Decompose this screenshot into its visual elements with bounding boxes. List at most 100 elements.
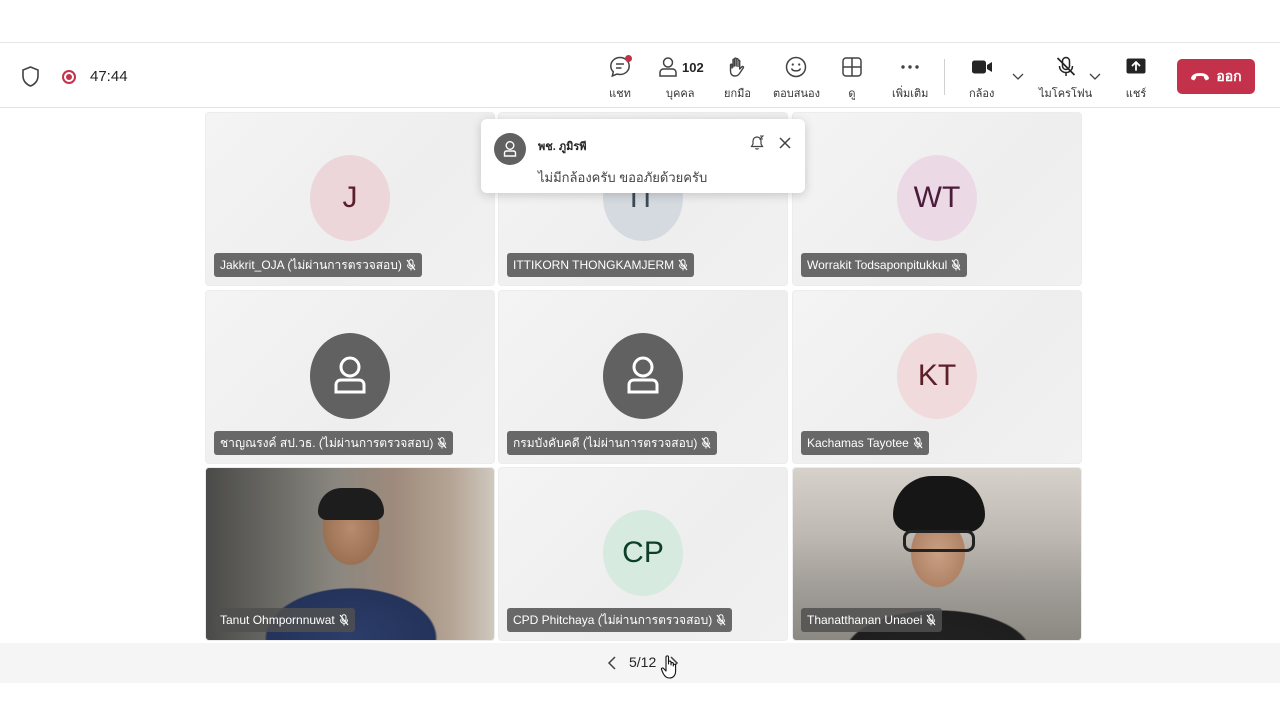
share-label: แชร์ (1125, 88, 1147, 100)
participant-video (893, 476, 985, 532)
participant-name-tag: Tanut Ohmpornnuwat (214, 608, 355, 632)
raise-hand-button[interactable]: ยกมือ (724, 55, 751, 103)
people-icon (659, 57, 677, 77)
participant-video-tile[interactable]: Tanut Ohmpornnuwat (205, 467, 495, 641)
chat-button[interactable]: แชท (608, 55, 632, 103)
shield-icon[interactable] (21, 66, 40, 87)
camera-button[interactable]: กล้อง (969, 55, 994, 103)
participant-tile[interactable]: CP CPD Phitchaya (ไม่ผ่านการตรวจสอบ) (498, 467, 788, 641)
recording-icon (62, 70, 76, 84)
chevron-left-icon[interactable] (606, 655, 618, 671)
view-icon (842, 57, 862, 77)
participant-name-tag: Worrakit Todsaponpitukkul (801, 253, 968, 277)
person-icon (627, 356, 659, 394)
react-icon (786, 56, 807, 78)
mic-off-icon (406, 259, 416, 271)
view-button[interactable]: ดู (840, 55, 864, 103)
chat-label: แชท (609, 88, 631, 100)
camera-options-chevron-down-icon[interactable] (1011, 69, 1025, 83)
participant-name: กรมบังคับคดี (ไม่ผ่านการตรวจสอบ) (513, 435, 698, 450)
camera-icon (971, 60, 992, 74)
react-label: ตอบสนอง (773, 88, 820, 100)
avatar-initials: J (342, 181, 358, 214)
leave-button[interactable]: ออก (1177, 59, 1255, 94)
share-icon (1126, 58, 1146, 74)
participant-name-tag: ITTIKORN THONGKAMJERM (507, 253, 695, 277)
page-indicator: 5/12 (629, 654, 657, 670)
chat-notification-toast[interactable]: พช. ภูมิรพี ไม่มีกล้องครับ ขออภัยด้วยครั… (481, 119, 805, 193)
more-label: เพิ่มเติม (892, 88, 929, 100)
avatar (310, 333, 390, 419)
participant-name: Tanut Ohmpornnuwat (220, 613, 335, 627)
raise-hand-label: ยกมือ (724, 88, 751, 100)
participant-name-tag: Kachamas Tayotee (801, 431, 929, 455)
participant-name-tag: ชาญณรงค์ สป.วธ. (ไม่ผ่านการตรวจสอบ) (214, 431, 454, 455)
participant-name-tag: Thanatthanan Unaoei (801, 608, 943, 632)
chat-unread-dot (625, 55, 632, 62)
toolbar-divider (944, 59, 945, 95)
mic-off-icon (913, 437, 923, 449)
phone-hangup-icon (1191, 72, 1210, 80)
mic-off-icon (951, 259, 961, 271)
people-count: 102 (682, 60, 704, 75)
avatar: WT (897, 155, 977, 241)
avatar-initials: KT (917, 359, 957, 392)
avatar: J (310, 155, 390, 241)
avatar-initials: CP (622, 536, 664, 569)
meeting-timer: 47:44 (90, 68, 128, 85)
person-icon (334, 356, 366, 394)
window-top-band (0, 0, 1280, 42)
mic-off-icon (339, 614, 349, 626)
meeting-toolbar: 47:44 แชท 102 บุคคล ยกมือ ตอบสนอง ดู เพิ… (0, 42, 1280, 108)
avatar: CP (603, 510, 683, 596)
avatar: KT (897, 333, 977, 419)
mic-off-icon (701, 437, 711, 449)
microphone-label: ไมโครโฟน (1039, 88, 1093, 100)
camera-label: กล้อง (969, 88, 995, 100)
hand-cursor-icon (660, 655, 677, 679)
toast-message: ไม่มีกล้องครับ ขออภัยด้วยครับ (538, 170, 708, 185)
participant-name: Thanatthanan Unaoei (807, 613, 923, 627)
people-label: บุคคล (666, 88, 695, 100)
mic-off-icon (438, 437, 447, 449)
mic-off-icon (716, 614, 726, 626)
microphone-button[interactable]: ไมโครโฟน (1039, 55, 1092, 103)
more-button[interactable]: เพิ่มเติม (892, 55, 928, 103)
participant-tile[interactable]: KT Kachamas Tayotee (792, 290, 1082, 464)
mic-off-icon (678, 259, 688, 271)
avatar (494, 133, 526, 165)
react-button[interactable]: ตอบสนอง (773, 55, 820, 103)
share-button[interactable]: แชร์ (1124, 55, 1148, 103)
participant-name: Kachamas Tayotee (807, 436, 909, 450)
view-label: ดู (848, 88, 856, 100)
toast-sender: พช. ภูมิรพี (538, 141, 587, 153)
mic-off-icon (927, 614, 936, 626)
avatar (603, 333, 683, 419)
participant-name: Jakkrit_OJA (ไม่ผ่านการตรวจสอบ) (220, 257, 402, 272)
mic-off-icon (1056, 56, 1075, 76)
participant-name: Worrakit Todsaponpitukkul (807, 258, 948, 272)
participant-name-tag: กรมบังคับคดี (ไม่ผ่านการตรวจสอบ) (507, 431, 718, 455)
participant-name: ชาญณรงค์ สป.วธ. (ไม่ผ่านการตรวจสอบ) (220, 435, 434, 450)
mute-notifications-icon[interactable] (749, 135, 765, 151)
participant-tile[interactable]: กรมบังคับคดี (ไม่ผ่านการตรวจสอบ) (498, 290, 788, 464)
participant-glasses (903, 530, 975, 552)
participant-tile[interactable]: WT Worrakit Todsaponpitukkul (792, 112, 1082, 286)
participant-tile[interactable]: J Jakkrit_OJA (ไม่ผ่านการตรวจสอบ) (205, 112, 495, 286)
person-icon (503, 141, 517, 157)
close-icon[interactable] (777, 135, 793, 151)
leave-label: ออก (1216, 67, 1242, 84)
microphone-options-chevron-down-icon[interactable] (1088, 69, 1102, 83)
participant-name: ITTIKORN THONGKAMJERM (513, 258, 675, 272)
participant-tile[interactable]: ชาญณรงค์ สป.วธ. (ไม่ผ่านการตรวจสอบ) (205, 290, 495, 464)
participant-name: CPD Phitchaya (ไม่ผ่านการตรวจสอบ) (513, 612, 713, 627)
raise-hand-icon (730, 57, 745, 77)
avatar-initials: WT (913, 181, 961, 214)
participant-name-tag: CPD Phitchaya (ไม่ผ่านการตรวจสอบ) (507, 608, 733, 632)
more-icon (901, 65, 919, 69)
participant-video (318, 488, 384, 520)
participant-video-tile[interactable]: Thanatthanan Unaoei (792, 467, 1082, 641)
gallery-pagination: 5/12 (0, 643, 1280, 683)
participant-name-tag: Jakkrit_OJA (ไม่ผ่านการตรวจสอบ) (214, 253, 422, 277)
people-button[interactable]: 102 บุคคล (656, 55, 706, 103)
